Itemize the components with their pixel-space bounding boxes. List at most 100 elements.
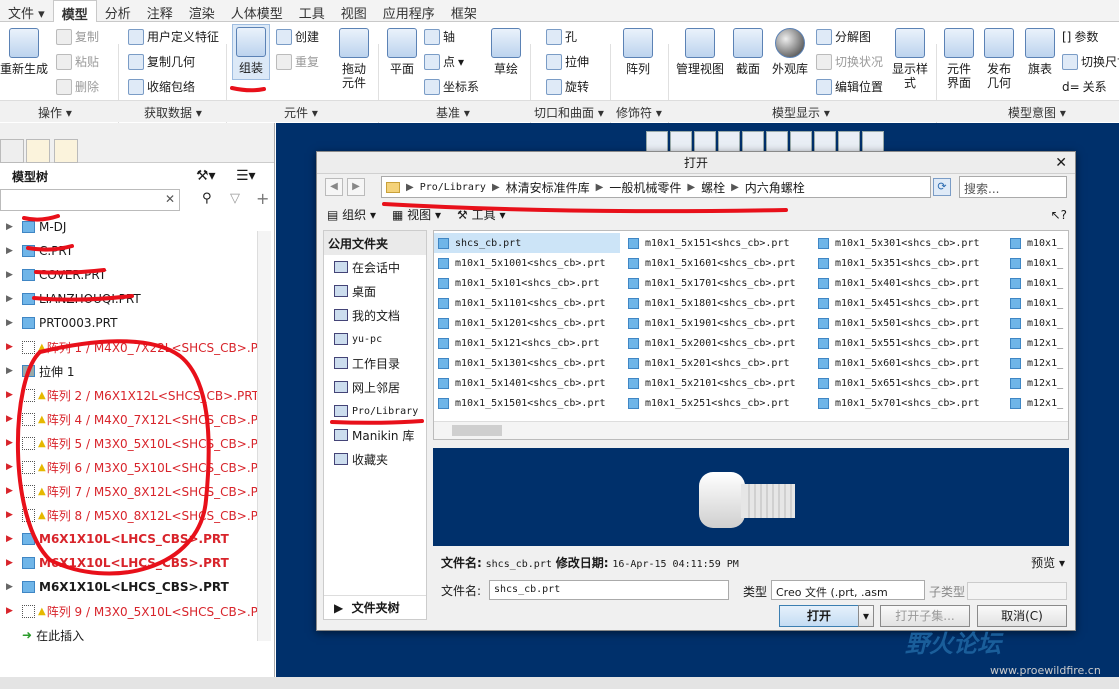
file-item[interactable]: m12x1_ — [1006, 333, 1063, 353]
group-cut-surface[interactable]: 切口和曲面 ▾ — [534, 104, 604, 121]
folder-favorites[interactable]: 收藏夹 — [324, 447, 426, 471]
plane-button[interactable]: 平面 — [386, 28, 418, 76]
component-interface-button[interactable]: 元件 界面 — [942, 28, 976, 90]
tab-render[interactable]: 渲染 — [181, 0, 223, 22]
filename-input[interactable]: shcs_cb.prt — [489, 580, 729, 600]
expand-arrow-icon[interactable]: ▶ — [6, 246, 16, 256]
open-dropdown-button[interactable]: ▾ — [858, 605, 874, 627]
expand-arrow-icon[interactable]: ▶ — [6, 486, 16, 496]
help-icon[interactable]: ↖? — [1051, 208, 1067, 222]
hole-button[interactable]: 孔 — [546, 28, 577, 45]
file-item[interactable]: m10x1_5x201<shcs_cb>.prt — [624, 353, 796, 373]
file-item[interactable]: m10x1_ — [1006, 293, 1063, 313]
copy-button[interactable]: 复制 — [56, 28, 99, 45]
file-item[interactable]: m10x1_5x1801<shcs_cb>.prt — [624, 293, 796, 313]
csys-button[interactable]: 坐标系 — [424, 78, 479, 95]
file-item[interactable]: m10x1_5x401<shcs_cb>.prt — [814, 273, 980, 293]
binoculars-icon[interactable]: ⚲ — [202, 191, 212, 206]
file-item[interactable]: m10x1_5x651<shcs_cb>.prt — [814, 373, 980, 393]
tree-row[interactable]: ▶ ▲ 阵列 8 / M5X0_8X12L<SHCS_CB>.PI — [0, 503, 274, 527]
expand-arrow-icon[interactable]: ▶ — [6, 390, 16, 400]
udf-button[interactable]: 用户定义特征 — [128, 28, 219, 45]
pattern-button[interactable]: 阵列 — [622, 28, 654, 76]
file-item[interactable]: shcs_cb.prt — [434, 233, 620, 253]
copy-geometry-button[interactable]: 复制几何 — [128, 53, 195, 70]
file-item[interactable]: m10x1_5x121<shcs_cb>.prt — [434, 333, 620, 353]
file-item[interactable]: m10x1_5x1301<shcs_cb>.prt — [434, 353, 620, 373]
tree-row[interactable]: ▶ ▲ 阵列 7 / M5X0_8X12L<SHCS_CB>.PI — [0, 479, 274, 503]
view-manager-icon[interactable] — [790, 131, 812, 153]
open-button[interactable]: 打开 — [779, 605, 859, 627]
file-item[interactable]: m10x1_5x1901<shcs_cb>.prt — [624, 313, 796, 333]
tree-row[interactable]: ▶ ▲ 阵列 9 / M3X0_5X10L<SHCS_CB>.PI — [0, 599, 274, 623]
folder-in-session[interactable]: 在会话中 — [324, 255, 426, 279]
revolve-button[interactable]: 旋转 — [546, 78, 589, 95]
regenerate-button[interactable]: 重新生成 — [0, 28, 48, 76]
file-list-scrollbar[interactable] — [434, 421, 1068, 439]
model-tree-scrollbar[interactable] — [257, 231, 271, 641]
tree-row[interactable]: ▶ ▲ 阵列 5 / M3X0_5X10L<SHCS_CB>.PI — [0, 431, 274, 455]
folder-working-directory[interactable]: 工作目录 — [324, 351, 426, 375]
file-item[interactable]: m12x1_ — [1006, 353, 1063, 373]
file-type-select[interactable]: Creo 文件 (.prt, .asm — [771, 580, 925, 600]
tree-row[interactable]: ▶ COVER.PRT — [0, 263, 274, 287]
expand-arrow-icon[interactable]: ▶ — [6, 606, 16, 616]
zoom-in-icon[interactable] — [670, 131, 692, 153]
file-item[interactable]: m10x1_5x1001<shcs_cb>.prt — [434, 253, 620, 273]
edit-position-button[interactable]: 编辑位置 — [816, 78, 883, 95]
drag-components-button[interactable]: 拖动 元件 — [336, 28, 372, 90]
appearance-gallery-button[interactable]: 外观库 — [770, 28, 810, 76]
file-item[interactable]: m10x1_ — [1006, 313, 1063, 333]
datum-display-icon[interactable] — [814, 131, 836, 153]
breadcrumb-pro-library[interactable]: Pro/Library — [420, 182, 486, 193]
address-bar[interactable]: ▶ Pro/Library ▶ 林清安标准件库 ▶ 一般机械零件 ▶ 螺栓 ▶ 内六角螺栓… — [381, 176, 985, 198]
tree-row[interactable]: ▶ ▲ 阵列 2 / M6X1X12L<SHCS_CB>.PRT — [0, 383, 274, 407]
file-item[interactable]: m10x1_5x101<shcs_cb>.prt — [434, 273, 620, 293]
file-item[interactable]: m10x1_5x1701<shcs_cb>.prt — [624, 273, 796, 293]
tree-row[interactable]: ▶ ▲ 阵列 6 / M3X0_5X10L<SHCS_CB>.PI — [0, 455, 274, 479]
file-item[interactable]: m10x1_5x1601<shcs_cb>.prt — [624, 253, 796, 273]
expand-arrow-icon[interactable]: ▶ — [6, 510, 16, 520]
show-icon[interactable]: ☰▾ — [236, 168, 256, 184]
extrude-button[interactable]: 拉伸 — [546, 53, 589, 70]
expand-arrow-icon[interactable]: ▶ — [6, 462, 16, 472]
group-model-display[interactable]: 模型显示 ▾ — [772, 104, 830, 121]
breadcrumb-hex-socket-bolts[interactable]: 内六角螺栓 — [745, 179, 805, 196]
model-tree-tab[interactable] — [0, 139, 24, 163]
model-tree-search-input[interactable]: ✕ — [0, 189, 180, 211]
zoom-out-icon[interactable] — [694, 131, 716, 153]
tree-row[interactable]: ▶ 拉伸 1 — [0, 359, 274, 383]
file-item[interactable]: m10x1_5x451<shcs_cb>.prt — [814, 293, 980, 313]
manage-views-button[interactable]: 管理视图 — [674, 28, 726, 76]
tab-file[interactable]: 文件 ▾ — [0, 0, 53, 22]
tree-row[interactable]: ▶ M-DJ — [0, 215, 274, 239]
file-item[interactable]: m10x1_5x701<shcs_cb>.prt — [814, 393, 980, 413]
delete-button[interactable]: 删除 — [56, 78, 99, 95]
forward-button[interactable]: ▶ — [347, 178, 365, 196]
spin-center-icon[interactable] — [838, 131, 860, 153]
annotation-display-icon[interactable] — [862, 131, 884, 153]
expand-arrow-icon[interactable]: ▶ — [6, 558, 16, 568]
filter-icon[interactable]: ▽ — [230, 191, 240, 206]
folder-my-documents[interactable]: 我的文档 — [324, 303, 426, 327]
file-item[interactable]: m12x1_ — [1006, 393, 1063, 413]
refit-icon[interactable] — [646, 131, 668, 153]
tree-row[interactable]: ▶ M6X1X10L<LHCS_CBS>.PRT — [0, 527, 274, 551]
folder-network[interactable]: 网上邻居 — [324, 375, 426, 399]
file-item[interactable]: m10x1_ — [1006, 253, 1063, 273]
tab-view[interactable]: 视图 — [333, 0, 375, 22]
display-style-icon[interactable] — [742, 131, 764, 153]
toggle-status-button[interactable]: 切换状况 — [816, 53, 883, 70]
expand-arrow-icon[interactable]: ▶ — [6, 294, 16, 304]
tab-annotate[interactable]: 注释 — [139, 0, 181, 22]
tree-row[interactable]: ▶ M6X1X10L<LHCS_CBS>.PRT — [0, 551, 274, 575]
folder-tree-toggle[interactable]: ▶ 文件夹树 — [324, 595, 426, 619]
tab-framework[interactable]: 框架 — [443, 0, 485, 22]
group-modifier[interactable]: 修饰符 ▾ — [616, 104, 662, 121]
file-item[interactable]: m10x1_5x601<shcs_cb>.prt — [814, 353, 980, 373]
file-item[interactable]: m10x1_5x2101<shcs_cb>.prt — [624, 373, 796, 393]
shrinkwrap-button[interactable]: 收缩包络 — [128, 78, 195, 95]
expand-arrow-icon[interactable]: ▶ — [6, 414, 16, 424]
organize-menu[interactable]: ▤ 组织 ▾ — [327, 206, 376, 223]
tree-row[interactable]: ▶ M6X1X10L<LHCS_CBS>.PRT — [0, 575, 274, 599]
